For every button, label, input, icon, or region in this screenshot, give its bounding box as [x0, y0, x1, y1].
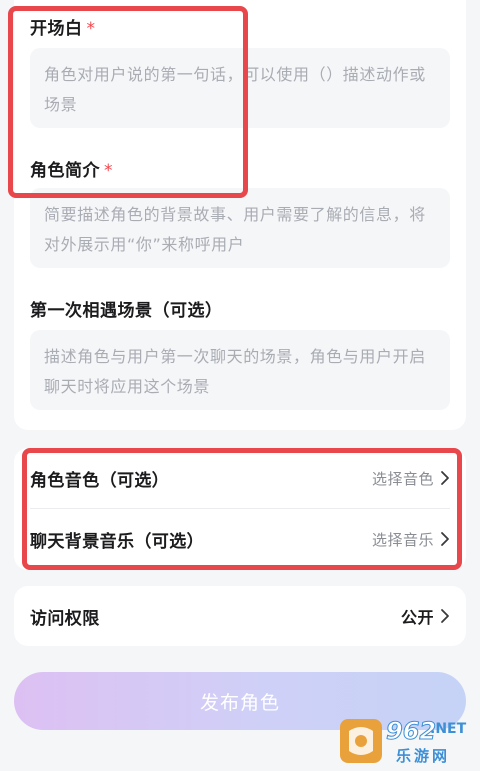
opening-label-text: 开场白 [30, 19, 83, 39]
access-selector[interactable]: 公开 [401, 604, 450, 628]
voice-value: 选择音色 [371, 469, 434, 488]
music-value: 选择音乐 [371, 530, 434, 549]
music-label: 聊天背景音乐（可选） [30, 531, 204, 552]
first-meet-label: 第一次相遇场景（可选） [30, 296, 223, 321]
music-selector[interactable]: 选择音乐 [372, 529, 450, 550]
access-row[interactable]: 访问权限 公开 [30, 586, 450, 646]
chevron-right-icon [441, 471, 449, 485]
opening-label: 开场白 * [30, 14, 96, 39]
intro-label: 角色简介 * [30, 156, 113, 181]
voice-selector[interactable]: 选择音色 [372, 468, 450, 489]
first-meet-label-text: 第一次相遇场景（可选） [30, 301, 223, 321]
chevron-right-icon [441, 532, 449, 546]
character-form-card: 开场白 * 角色对用户说的第一句话，可以使用（）描述动作或场景 角色简介 * 简要描… [14, 0, 466, 430]
watermark-domain: .NET [430, 721, 467, 737]
access-card: 访问权限 公开 [14, 586, 466, 646]
watermark: 962 .NET 乐游网 [340, 717, 476, 767]
chevron-right-icon [441, 609, 449, 623]
access-value: 公开 [400, 608, 434, 627]
first-meet-placeholder: 描述角色与用户第一次聊天的场景，角色与用户开启聊天时将应用这个场景 [44, 347, 426, 396]
music-row[interactable]: 聊天背景音乐（可选） 选择音乐 [30, 509, 450, 569]
required-star: * [86, 19, 96, 39]
publish-button-label: 发布角色 [199, 691, 280, 714]
intro-input[interactable]: 简要描述角色的背景故事、用户需要了解的信息，将对外展示用“你”来称呼用户 [30, 188, 450, 268]
watermark-site: 乐游网 [396, 747, 451, 765]
intro-placeholder: 简要描述角色的背景故事、用户需要了解的信息，将对外展示用“你”来称呼用户 [44, 205, 426, 254]
voice-row[interactable]: 角色音色（可选） 选择音色 [30, 448, 450, 508]
first-meet-input[interactable]: 描述角色与用户第一次聊天的场景，角色与用户开启聊天时将应用这个场景 [30, 330, 450, 410]
voice-label: 角色音色（可选） [30, 470, 170, 491]
watermark-number: 962 [385, 717, 437, 746]
audio-settings-card: 角色音色（可选） 选择音色 聊天背景音乐（可选） 选择音乐 [14, 448, 466, 570]
opening-placeholder: 角色对用户说的第一句话，可以使用（）描述动作或场景 [44, 65, 426, 114]
access-label: 访问权限 [30, 608, 100, 629]
intro-label-text: 角色简介 [30, 161, 100, 181]
opening-input[interactable]: 角色对用户说的第一句话，可以使用（）描述动作或场景 [30, 48, 450, 128]
required-star: * [104, 161, 113, 181]
